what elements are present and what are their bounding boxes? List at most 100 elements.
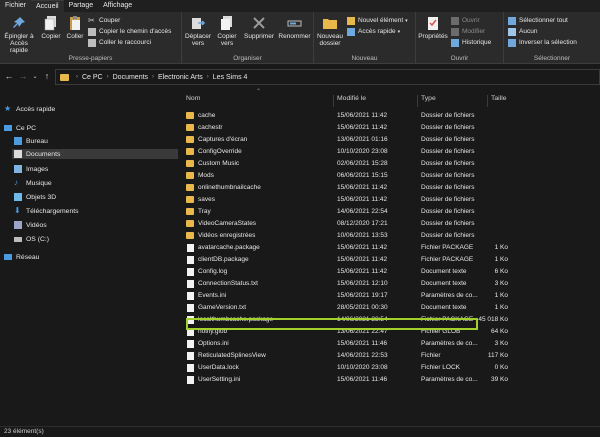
select-none-icon [508, 27, 516, 36]
paste-shortcut-button[interactable]: Coller le raccourci [88, 38, 151, 47]
breadcrumb-les-sims-4[interactable]: Les Sims 4 [213, 74, 248, 81]
file-row[interactable]: ConfigOverride 10/10/2020 23:08 Dossier de… [178, 147, 600, 158]
file-name: VideoCameraStates [198, 220, 257, 227]
nav-item-videos[interactable]: Vidéos [14, 220, 47, 230]
breadcrumb-ce-pc[interactable]: Ce PC [82, 74, 103, 81]
column-header-size[interactable]: Taille [491, 95, 507, 107]
select-all-label: Sélectionner tout [519, 17, 568, 24]
file-row[interactable]: UserSetting.ini 15/06/2021 11:46 Paramètre… [178, 375, 600, 386]
paste-icon [70, 16, 80, 30]
breadcrumb-documents[interactable]: Documents [113, 74, 148, 81]
nav-item-label: Documents [26, 150, 61, 158]
nav-item-label: OS (C:) [26, 235, 50, 243]
address-bar[interactable]: › Ce PC › Documents › Electronic Arts › … [55, 69, 600, 85]
file-row[interactable]: ReticulatedSplinesView 14/06/2021 22:53 Fi… [178, 351, 600, 362]
edit-button[interactable]: Modifier [451, 27, 485, 36]
pin-quick-access-button[interactable]: Épingler à Accès rapide [2, 15, 36, 54]
file-row[interactable]: cache 15/06/2021 11:42 Dossier de fichiers [178, 111, 600, 122]
copy-to-icon [221, 16, 232, 30]
file-row[interactable]: Mods 06/06/2021 15:15 Dossier de fichiers [178, 171, 600, 182]
organize-group: Déplacer vers Copier vers Supprimer Reno… [182, 12, 314, 64]
nav-item-objets-3d[interactable]: Objets 3D [14, 192, 56, 202]
file-modified: 15/06/2021 11:42 [337, 112, 388, 119]
file-row[interactable]: Vidéos enregistrées 10/06/2021 13:53 Dossi… [178, 231, 600, 242]
tab-fichier[interactable]: Fichier [0, 0, 32, 12]
file-row[interactable]: UserData.lock 10/10/2020 23:08 Fichier LOC… [178, 363, 600, 374]
column-divider[interactable] [333, 95, 334, 107]
invert-selection-button[interactable]: Inverser la sélection [508, 38, 577, 47]
tab-affichage[interactable]: Affichage [98, 0, 137, 12]
nav-item-telechargements[interactable]: ⬇ Téléchargements [14, 206, 79, 216]
quick-access-button[interactable]: Accès rapide ▾ [347, 27, 400, 36]
cut-button[interactable]: ✂ Couper [88, 16, 120, 25]
file-size: 3 Ko [494, 280, 508, 287]
file-type: Fichier PACKAGE [421, 244, 474, 251]
rename-label: Renommer [278, 33, 311, 40]
rename-icon [287, 20, 301, 27]
nav-item-os-c[interactable]: OS (C:) [14, 234, 49, 244]
properties-button[interactable]: Propriétés [418, 15, 448, 40]
copy-path-button[interactable]: Copier le chemin d'accès [88, 27, 171, 36]
new-item-label: Nouvel élément [358, 17, 404, 24]
file-row[interactable]: Config.log 15/06/2021 11:42 Document texte… [178, 267, 600, 278]
file-row[interactable]: ConnectionStatus.txt 15/06/2021 12:10 Docu… [178, 279, 600, 290]
file-row[interactable]: VideoCameraStates 08/12/2020 17:21 Dossier… [178, 219, 600, 230]
file-modified: 10/06/2021 13:53 [337, 232, 388, 239]
move-to-button[interactable]: Déplacer vers [184, 15, 212, 47]
breadcrumb-electronic-arts[interactable]: Electronic Arts [158, 74, 203, 81]
file-row[interactable]: avatarcache.package 15/06/2021 11:42 Fichi… [178, 243, 600, 254]
file-row[interactable]: saves 15/06/2021 11:42 Dossier de fichiers [178, 195, 600, 206]
file-row[interactable]: onlinethumbnailcache 15/06/2021 11:42 Doss… [178, 183, 600, 194]
file-row[interactable]: Events.ini 15/06/2021 19:17 Paramètres de … [178, 291, 600, 302]
recent-chevron-icon[interactable]: ⌄ [30, 73, 40, 80]
file-row[interactable]: Tray 14/06/2021 22:54 Dossier de fichiers [178, 207, 600, 218]
column-divider[interactable] [487, 95, 488, 107]
history-button[interactable]: Historique [451, 38, 491, 47]
new-item-button[interactable]: Nouvel élément ▾ [347, 16, 408, 25]
file-name: Mods [198, 172, 214, 179]
select-none-button[interactable]: Aucun [508, 27, 537, 36]
tab-partage[interactable]: Partage [64, 0, 99, 12]
file-row[interactable]: Captures d'écran 13/06/2021 01:16 Dossier … [178, 135, 600, 146]
nav-this-pc[interactable]: Ce PC [4, 123, 36, 133]
copy-to-label: Copier vers [217, 33, 237, 47]
open-button[interactable]: Ouvrir [451, 16, 480, 25]
file-row[interactable]: clientDB.package 15/06/2021 11:42 Fichier … [178, 255, 600, 266]
nav-item-images[interactable]: Images [14, 164, 48, 174]
up-arrow-icon[interactable]: ↑ [42, 71, 52, 81]
nav-network[interactable]: Réseau [4, 252, 39, 262]
column-header-type[interactable]: Type [421, 95, 436, 107]
file-row[interactable]: GameVersion.txt 28/05/2021 00:30 Document … [178, 303, 600, 314]
nav-item-bureau[interactable]: Bureau [14, 136, 48, 146]
column-header-name[interactable]: Nom [186, 95, 200, 107]
tab-accueil[interactable]: Accueil [31, 0, 64, 12]
star-icon: ★ [4, 104, 12, 113]
item-count: 23 élément(s) [4, 428, 44, 435]
file-size: 1 Ko [494, 256, 508, 263]
file-row[interactable]: Custom Music 02/06/2021 15:28 Dossier de f… [178, 159, 600, 170]
file-type: Dossier de fichiers [421, 112, 475, 119]
copy-button[interactable]: Copier [40, 15, 62, 40]
back-arrow-icon[interactable]: ← [4, 71, 14, 81]
nav-quick-access[interactable]: ★ Accès rapide [4, 104, 55, 114]
delete-button[interactable]: Supprimer [242, 15, 276, 40]
copy-to-button[interactable]: Copier vers [213, 15, 241, 47]
drive-icon [14, 236, 22, 242]
nav-item-documents[interactable]: Documents [12, 149, 178, 159]
file-name: onlinethumbnailcache [198, 184, 261, 191]
rename-button[interactable]: Renommer [277, 15, 312, 40]
nav-item-musique[interactable]: ♪ Musique [14, 178, 52, 188]
select-all-button[interactable]: Sélectionner tout [508, 16, 568, 25]
column-header-modified[interactable]: Modifié le [337, 95, 366, 107]
column-divider[interactable] [417, 95, 418, 107]
quick-access-label: Accès rapide [358, 28, 396, 35]
file-row[interactable]: Options.ini 15/06/2021 11:46 Paramètres de… [178, 339, 600, 350]
music-icon: ♪ [14, 178, 18, 187]
forward-arrow-icon[interactable]: → [18, 71, 28, 81]
video-icon [14, 221, 22, 229]
delete-label: Supprimer [244, 33, 274, 40]
new-folder-button[interactable]: Nouveau dossier [316, 15, 344, 47]
paste-button[interactable]: Coller [64, 15, 86, 40]
file-icon [187, 364, 194, 372]
file-row[interactable]: cachestr 15/06/2021 11:42 Dossier de fichi… [178, 123, 600, 134]
